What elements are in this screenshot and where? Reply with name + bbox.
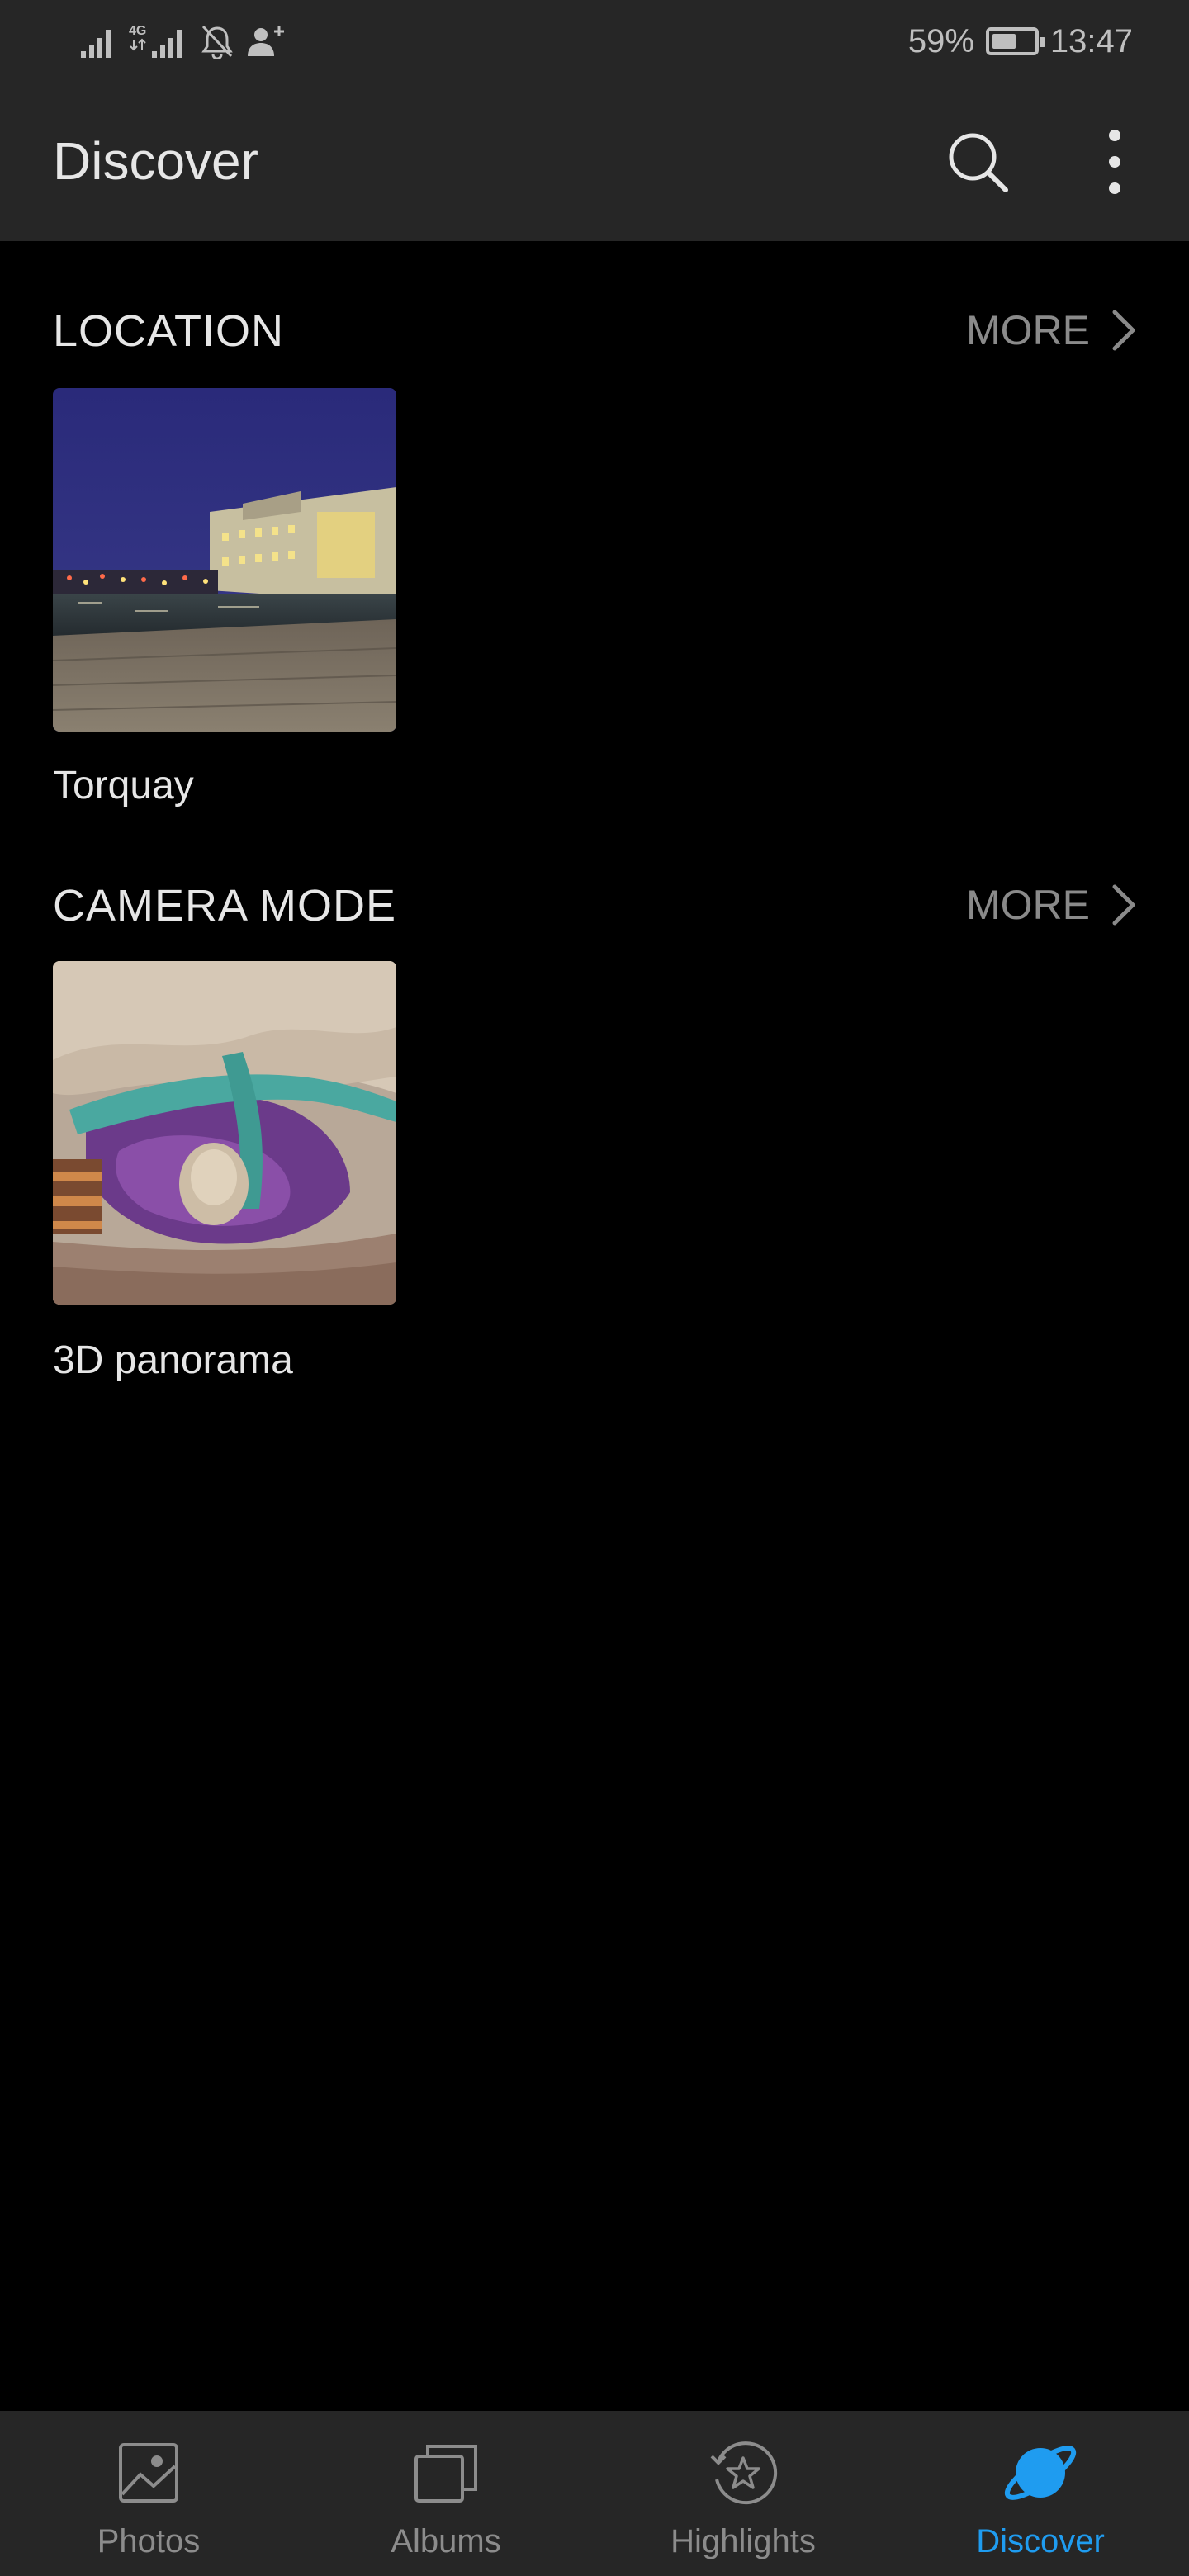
chevron-right-icon (1112, 310, 1135, 351)
battery-fill (992, 34, 1016, 49)
more-label: MORE (966, 307, 1090, 353)
bottom-navigation: Photos Albums Highlights Discover (0, 2411, 1189, 2576)
status-icons-left: 4G (79, 18, 286, 64)
search-button[interactable] (938, 122, 1017, 201)
discover-icon (1004, 2446, 1077, 2500)
nav-label: Albums (391, 2523, 501, 2559)
chevron-right-icon (1112, 884, 1135, 926)
svg-text:4G: 4G (129, 24, 146, 38)
nav-label: Discover (976, 2523, 1105, 2559)
nav-item-highlights[interactable]: Highlights (594, 2411, 892, 2576)
nav-item-discover[interactable]: Discover (892, 2411, 1189, 2576)
status-icons-right: 59% 13:47 (908, 18, 1133, 64)
more-label: MORE (966, 882, 1090, 928)
nav-item-albums[interactable]: Albums (297, 2411, 594, 2576)
more-location-link[interactable]: MORE (966, 302, 1136, 358)
albums-icon (414, 2445, 477, 2503)
more-options-button[interactable] (1075, 122, 1154, 201)
add-person-icon (248, 26, 284, 56)
search-icon (949, 133, 1008, 192)
camera-mode-thumbnail-3d-panorama[interactable] (53, 961, 396, 1305)
4g-signal-icon: 4G (129, 24, 182, 58)
photos-icon (119, 2443, 178, 2503)
section-header-location: LOCATION MORE (53, 297, 1136, 363)
signal-icon (81, 30, 111, 58)
section-header-camera-mode: CAMERA MODE MORE (53, 872, 1136, 938)
battery-icon (985, 27, 1045, 55)
more-vert-icon (1109, 130, 1120, 194)
highlights-icon (710, 2441, 778, 2505)
bell-muted-icon (201, 25, 233, 59)
camera-mode-label: 3D panorama (53, 1338, 293, 1382)
status-bar: 4G 59% 13:47 (0, 0, 1189, 83)
3d-panorama-photo (53, 961, 396, 1305)
battery-percent: 59% (907, 22, 974, 59)
app-bar: Discover (0, 83, 1189, 241)
clock: 13:47 (1049, 22, 1133, 59)
section-title: LOCATION (53, 306, 285, 356)
location-thumbnail-torquay[interactable] (53, 388, 396, 732)
section-title: CAMERA MODE (53, 881, 397, 930)
torquay-photo (53, 388, 396, 732)
more-camera-mode-link[interactable]: MORE (966, 877, 1136, 933)
nav-label: Highlights (670, 2523, 816, 2559)
location-label: Torquay (53, 764, 194, 807)
nav-label: Photos (97, 2523, 201, 2559)
nav-item-photos[interactable]: Photos (0, 2411, 297, 2576)
page-title: Discover (53, 131, 258, 191)
